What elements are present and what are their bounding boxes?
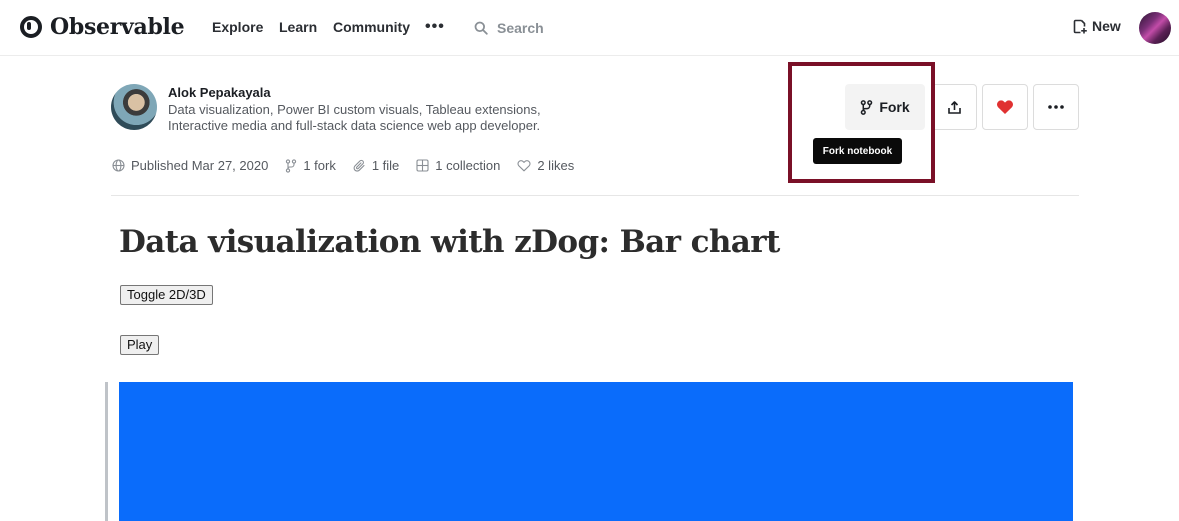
logo-text: Observable: [50, 14, 185, 40]
user-avatar[interactable]: [1139, 12, 1171, 44]
like-count-label: 2 likes: [537, 158, 575, 173]
share-icon: [947, 100, 961, 114]
observable-logo[interactable]: Observable: [20, 14, 185, 40]
new-notebook-icon: [1073, 19, 1087, 33]
file-count[interactable]: 1 file: [353, 158, 399, 173]
fork-icon: [861, 99, 873, 115]
observable-logo-icon: [20, 16, 42, 38]
globe-icon: [112, 159, 125, 172]
fork-tooltip: Fork notebook: [813, 138, 902, 164]
search-box[interactable]: [474, 17, 694, 39]
notebook-title: Data visualization with zDog: Bar chart: [119, 224, 780, 260]
more-menu-icon[interactable]: •••: [425, 18, 445, 36]
new-notebook-button[interactable]: New: [1073, 18, 1121, 34]
fork-icon: [286, 158, 297, 173]
author-bio: Data visualization, Power BI custom visu…: [168, 102, 541, 133]
published-info: Published Mar 27, 2020: [112, 158, 268, 173]
header-divider: [111, 195, 1079, 196]
play-button[interactable]: Play: [120, 335, 160, 355]
author-avatar[interactable]: [111, 84, 157, 130]
more-options-button[interactable]: [1033, 84, 1079, 130]
collection-count[interactable]: 1 collection: [416, 158, 500, 173]
file-count-label: 1 file: [371, 158, 400, 173]
more-dots-icon: [1048, 105, 1064, 109]
like-count[interactable]: 2 likes: [517, 158, 574, 173]
nav-link-community[interactable]: Community: [333, 19, 410, 35]
search-input[interactable]: [497, 20, 677, 36]
share-button[interactable]: [931, 84, 977, 130]
paperclip-icon: [353, 159, 365, 172]
collection-icon: [416, 159, 429, 172]
fork-button[interactable]: Fork: [845, 84, 925, 130]
author-name[interactable]: Alok Pepakayala: [168, 85, 271, 100]
heart-icon: [996, 100, 1014, 114]
heart-outline-icon: [517, 160, 531, 172]
search-icon: [474, 21, 488, 35]
top-navigation: Observable Explore Learn Community ••• N…: [0, 0, 1179, 56]
zdog-canvas[interactable]: [119, 382, 1073, 521]
nav-link-explore[interactable]: Explore: [212, 19, 263, 35]
fork-button-label: Fork: [879, 99, 910, 115]
fork-count-label: 1 fork: [303, 158, 336, 173]
collection-count-label: 1 collection: [435, 158, 501, 173]
new-label: New: [1092, 18, 1121, 34]
notebook-meta: Published Mar 27, 2020 1 fork 1 file 1 c…: [112, 158, 591, 173]
nav-link-learn[interactable]: Learn: [279, 19, 317, 35]
cell-indicator-bar: [105, 382, 108, 521]
fork-count[interactable]: 1 fork: [285, 158, 336, 173]
toggle-2d-3d-button[interactable]: Toggle 2D/3D: [120, 285, 213, 305]
like-button[interactable]: [982, 84, 1028, 130]
published-date: Published Mar 27, 2020: [131, 158, 269, 173]
